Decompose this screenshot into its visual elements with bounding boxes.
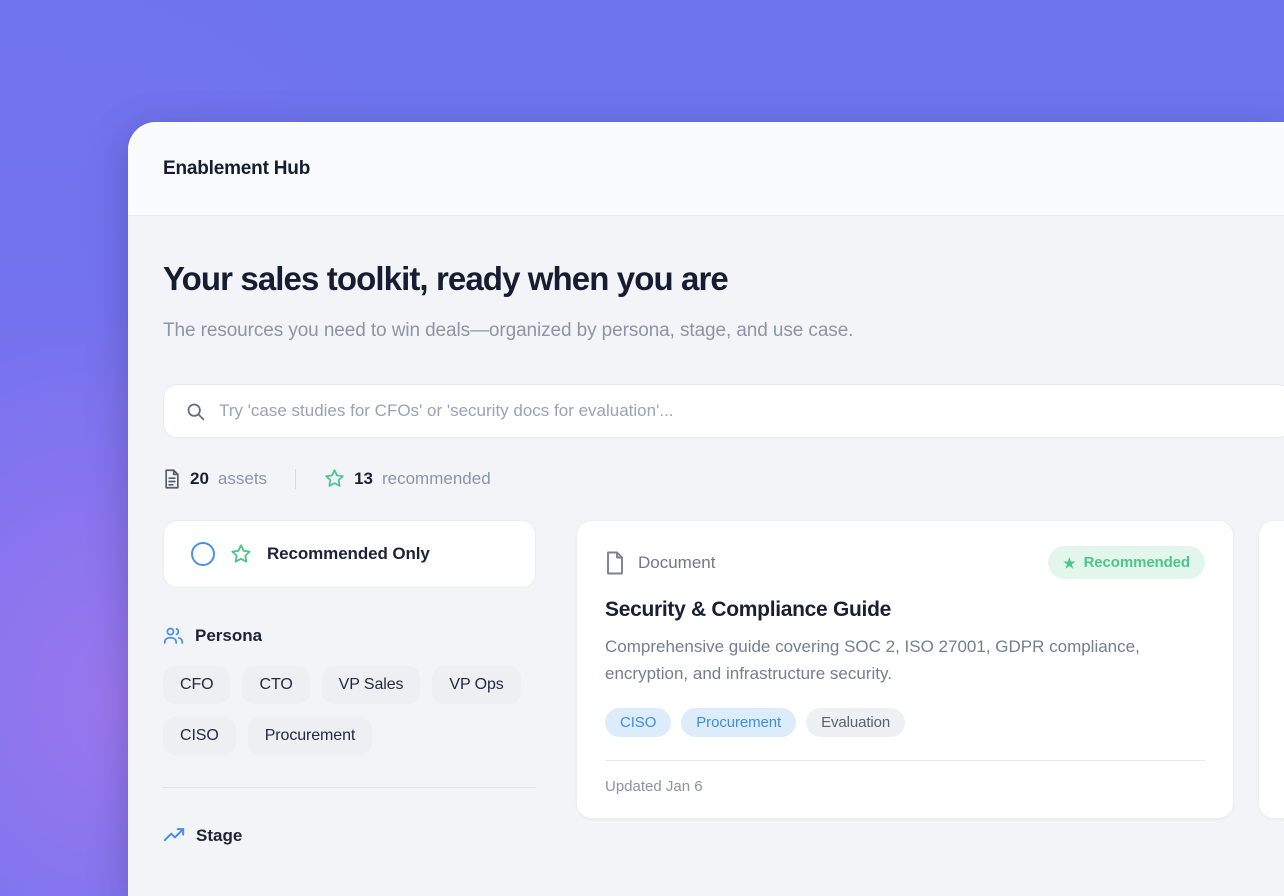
asset-card-partial[interactable]	[1258, 520, 1284, 819]
file-icon	[605, 551, 625, 575]
recommended-badge-label: Recommended	[1084, 554, 1190, 571]
tag-ciso: CISO	[605, 708, 671, 737]
radio-circle-icon[interactable]	[191, 542, 215, 566]
card-description: Comprehensive guide covering SOC 2, ISO …	[605, 633, 1205, 687]
card-top-row: Document ★ Recommended	[605, 546, 1205, 579]
persona-section-header: Persona	[163, 625, 536, 646]
asset-card-security-compliance-guide[interactable]: Document ★ Recommended Security & Compli…	[576, 520, 1234, 819]
app-title: Enablement Hub	[163, 158, 310, 180]
recommended-count: 13	[354, 469, 373, 489]
card-type: Document	[605, 551, 715, 575]
panel-body: Your sales toolkit, ready when you are T…	[128, 216, 1284, 847]
tag-procurement: Procurement	[681, 708, 796, 737]
stats-row: 20 assets 13 recommended	[163, 468, 1284, 489]
stage-section-header: Stage	[163, 825, 536, 847]
document-icon	[163, 469, 181, 489]
persona-chip-vp-sales[interactable]: VP Sales	[322, 666, 421, 704]
recommended-stat: 13 recommended	[324, 468, 491, 489]
recommended-only-label: Recommended Only	[267, 544, 430, 564]
assets-stat: 20 assets	[163, 469, 267, 489]
persona-chip-procurement[interactable]: Procurement	[248, 717, 373, 755]
asset-cards: Document ★ Recommended Security & Compli…	[576, 520, 1284, 819]
stats-divider	[295, 469, 296, 489]
panel-header: Enablement Hub	[128, 122, 1284, 216]
tag-evaluation: Evaluation	[806, 708, 905, 737]
star-outline-icon	[230, 543, 252, 565]
persona-chip-vp-ops[interactable]: VP Ops	[432, 666, 520, 704]
assets-label: assets	[218, 469, 267, 489]
persona-chips: CFO CTO VP Sales VP Ops CISO Procurement	[163, 666, 536, 755]
filters-sidebar: Recommended Only Persona	[163, 520, 536, 847]
stage-section-label: Stage	[196, 826, 242, 846]
card-updated-date: Updated Jan 6	[605, 778, 1205, 817]
page-title: Your sales toolkit, ready when you are	[163, 260, 1284, 298]
persona-chip-cto[interactable]: CTO	[242, 666, 309, 704]
trending-up-icon	[163, 825, 185, 847]
recommended-only-toggle[interactable]: Recommended Only	[163, 520, 536, 588]
page-subtitle: The resources you need to win deals—orga…	[163, 314, 893, 348]
users-icon	[163, 625, 184, 646]
search-input[interactable]	[219, 385, 1284, 437]
card-tags: CISO Procurement Evaluation	[605, 708, 1205, 737]
purple-backdrop: Enablement Hub Your sales toolkit, ready…	[0, 0, 1284, 896]
persona-section-label: Persona	[195, 626, 262, 646]
card-title: Security & Compliance Guide	[605, 598, 1205, 622]
card-divider	[605, 760, 1205, 761]
recommended-badge: ★ Recommended	[1048, 546, 1205, 579]
search-icon	[185, 401, 206, 422]
assets-count: 20	[190, 469, 209, 489]
star-filled-icon: ★	[1063, 556, 1075, 570]
enablement-hub-panel: Enablement Hub Your sales toolkit, ready…	[128, 122, 1284, 896]
persona-chip-ciso[interactable]: CISO	[163, 717, 236, 755]
persona-chip-cfo[interactable]: CFO	[163, 666, 230, 704]
search-bar[interactable]	[163, 384, 1284, 438]
content-row: Recommended Only Persona	[163, 520, 1284, 847]
recommended-label: recommended	[382, 469, 491, 489]
card-type-label: Document	[638, 553, 715, 573]
star-outline-icon	[324, 468, 345, 489]
sidebar-divider	[163, 787, 536, 788]
